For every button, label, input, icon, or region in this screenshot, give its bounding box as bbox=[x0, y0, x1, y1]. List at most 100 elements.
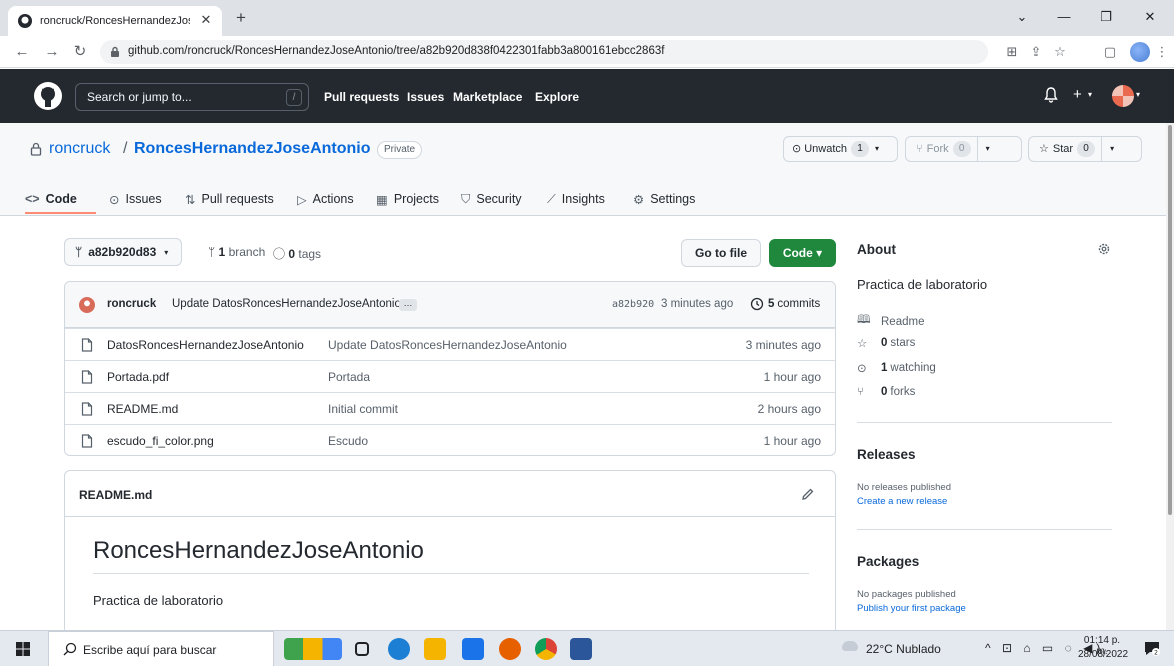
nav-pull-requests[interactable]: Pull requests bbox=[324, 90, 399, 104]
gear-icon: ⚙ bbox=[633, 192, 645, 207]
packages-title[interactable]: Packages bbox=[857, 554, 919, 569]
gear-icon[interactable] bbox=[1097, 242, 1111, 256]
commit-sha-link[interactable]: a82b920 bbox=[612, 299, 654, 310]
tab-settings[interactable]: ⚙ Settings bbox=[633, 189, 695, 209]
fork-button[interactable]: ⑂ Fork 0 ▾ bbox=[905, 136, 1022, 162]
reload-icon[interactable]: ↻ bbox=[70, 42, 90, 62]
user-avatar[interactable] bbox=[1112, 85, 1134, 107]
commit-expand-button[interactable]: … bbox=[399, 299, 417, 311]
taskbar-search-input[interactable]: Escribe aquí para buscar bbox=[48, 631, 274, 666]
readme-panel: README.md RoncesHernandezJoseAntonio Pra… bbox=[64, 470, 836, 640]
nav-marketplace[interactable]: Marketplace bbox=[453, 90, 522, 104]
nav-explore[interactable]: Explore bbox=[535, 90, 579, 104]
file-name-link[interactable]: escudo_fi_color.png bbox=[107, 434, 214, 448]
edge-browser-icon[interactable] bbox=[388, 638, 410, 660]
commits-count: 5 bbox=[768, 298, 775, 310]
tab-issues[interactable]: ⊙ Issues bbox=[109, 189, 162, 209]
chrome-icon[interactable] bbox=[535, 638, 557, 660]
profile-avatar[interactable] bbox=[1130, 42, 1150, 62]
file-row[interactable]: DatosRoncesHernandezJoseAntonio Update D… bbox=[65, 328, 835, 360]
tab-security[interactable]: ⛉ Security bbox=[461, 189, 522, 209]
go-to-file-button[interactable]: Go to file bbox=[681, 239, 761, 267]
tab-code[interactable]: <> Code bbox=[25, 189, 77, 209]
forward-icon[interactable]: → bbox=[42, 42, 62, 62]
branches-link[interactable]: ᛘ 1 branch bbox=[208, 245, 265, 259]
publish-package-link[interactable]: Publish your first package bbox=[857, 603, 966, 614]
branch-select-button[interactable]: ᛘ a82b920d83 ▾ bbox=[64, 238, 182, 266]
task-view-icon[interactable] bbox=[355, 642, 369, 656]
github-logo-icon[interactable] bbox=[34, 82, 62, 110]
share-icon[interactable]: ⇪ bbox=[1026, 42, 1046, 62]
forks-link[interactable]: ⑂ 0 forks bbox=[857, 386, 915, 398]
nav-issues[interactable]: Issues bbox=[407, 90, 444, 104]
cloud-icon[interactable] bbox=[842, 641, 858, 651]
commit-author-link[interactable]: roncruck bbox=[107, 298, 156, 310]
minimize-icon[interactable]: — bbox=[1054, 8, 1074, 26]
file-name-link[interactable]: Portada.pdf bbox=[107, 370, 169, 384]
tags-link[interactable]: ⃝ 0 tags bbox=[285, 245, 321, 262]
chevron-down-icon[interactable]: ▾ bbox=[1088, 90, 1092, 99]
unwatch-button[interactable]: ⊙ Unwatch 1 ▾ bbox=[783, 136, 898, 162]
windows-start-icon[interactable] bbox=[16, 642, 30, 656]
pencil-icon[interactable] bbox=[801, 487, 815, 501]
file-explorer-icon[interactable] bbox=[424, 638, 446, 660]
bookmark-star-icon[interactable]: ☆ bbox=[1050, 42, 1070, 62]
fork-label: Fork bbox=[926, 143, 949, 155]
commit-author-avatar[interactable] bbox=[79, 297, 95, 313]
close-tab-icon[interactable]: ✕ bbox=[198, 12, 214, 28]
side-panel-icon[interactable]: ▢ bbox=[1100, 42, 1120, 62]
github-search-input[interactable]: Search or jump to... / bbox=[75, 83, 309, 111]
commits-history-link[interactable]: 5 commits bbox=[750, 297, 820, 311]
file-commit-message[interactable]: Initial commit bbox=[328, 402, 398, 416]
create-new-icon[interactable]: + bbox=[1073, 86, 1082, 103]
stars-link[interactable]: ☆ 0 stars bbox=[857, 336, 915, 350]
notifications-bell-icon[interactable] bbox=[1044, 87, 1058, 103]
tab-insights[interactable]: ⟋ Insights bbox=[547, 189, 605, 209]
file-commit-time: 3 minutes ago bbox=[745, 338, 821, 352]
browser-tab[interactable]: roncruck/RoncesHernandezJoseA ✕ bbox=[8, 6, 222, 36]
file-name-link[interactable]: DatosRoncesHernandezJoseAntonio bbox=[107, 338, 304, 352]
tab-search-icon[interactable]: ⌄ bbox=[1012, 8, 1032, 26]
firefox-icon[interactable] bbox=[499, 638, 521, 660]
commit-time: 3 minutes ago bbox=[661, 298, 734, 310]
file-commit-message[interactable]: Escudo bbox=[328, 434, 368, 448]
repo-name-link[interactable]: RoncesHernandezJoseAntonio bbox=[134, 140, 370, 158]
readme-filename[interactable]: README.md bbox=[79, 488, 152, 502]
tab-projects[interactable]: ▦ Projects bbox=[376, 189, 439, 209]
sidebar-divider bbox=[857, 422, 1112, 423]
scrollbar-thumb[interactable] bbox=[1168, 125, 1172, 515]
notification-center-icon[interactable]: 2 bbox=[1144, 640, 1160, 656]
commit-message-link[interactable]: Update DatosRoncesHernandezJoseAntonio bbox=[172, 298, 401, 310]
repo-owner-link[interactable]: roncruck bbox=[49, 140, 110, 158]
restore-icon[interactable]: ❐ bbox=[1096, 8, 1116, 26]
menu-kebab-icon[interactable]: ⋮ bbox=[1152, 42, 1172, 62]
file-commit-message[interactable]: Portada bbox=[328, 370, 370, 384]
close-window-icon[interactable]: ✕ bbox=[1140, 8, 1160, 26]
watching-link[interactable]: ⊙ 1 watching bbox=[857, 361, 936, 375]
file-row[interactable]: escudo_fi_color.png Escudo 1 hour ago bbox=[65, 424, 835, 455]
releases-title[interactable]: Releases bbox=[857, 447, 916, 462]
new-tab-icon[interactable]: + bbox=[232, 9, 250, 27]
code-dropdown-button[interactable]: Code ▾ bbox=[769, 239, 836, 267]
news-widget-icon[interactable] bbox=[284, 638, 342, 660]
address-bar[interactable]: github.com/roncruck/RoncesHernandezJoseA… bbox=[100, 40, 988, 64]
file-row[interactable]: README.md Initial commit 2 hours ago bbox=[65, 392, 835, 424]
file-commit-message[interactable]: Update DatosRoncesHernandezJoseAntonio bbox=[328, 338, 567, 352]
tab-actions[interactable]: ▷ Actions bbox=[297, 189, 354, 209]
file-row[interactable]: Portada.pdf Portada 1 hour ago bbox=[65, 360, 835, 392]
tab-pull-requests[interactable]: ⇅ Pull requests bbox=[185, 189, 274, 209]
word-icon[interactable] bbox=[570, 638, 592, 660]
weather-widget[interactable]: 22°C Nublado bbox=[866, 642, 941, 656]
back-icon[interactable]: ← bbox=[12, 42, 32, 62]
clock-date[interactable]: 28/08/2022 bbox=[1078, 649, 1128, 660]
create-release-link[interactable]: Create a new release bbox=[857, 496, 947, 507]
file-name-link[interactable]: README.md bbox=[107, 402, 178, 416]
readme-link[interactable]: 🕮 Readme bbox=[857, 312, 924, 331]
chevron-down-icon[interactable]: ▾ bbox=[1136, 90, 1140, 99]
tab-label: Actions bbox=[312, 192, 354, 206]
stars-word: stars bbox=[890, 337, 916, 349]
star-button[interactable]: ☆ Star 0 ▾ bbox=[1028, 136, 1142, 162]
mail-icon[interactable] bbox=[462, 638, 484, 660]
github-favicon-icon bbox=[18, 14, 32, 28]
translate-icon[interactable]: ⊞ bbox=[1002, 42, 1022, 62]
